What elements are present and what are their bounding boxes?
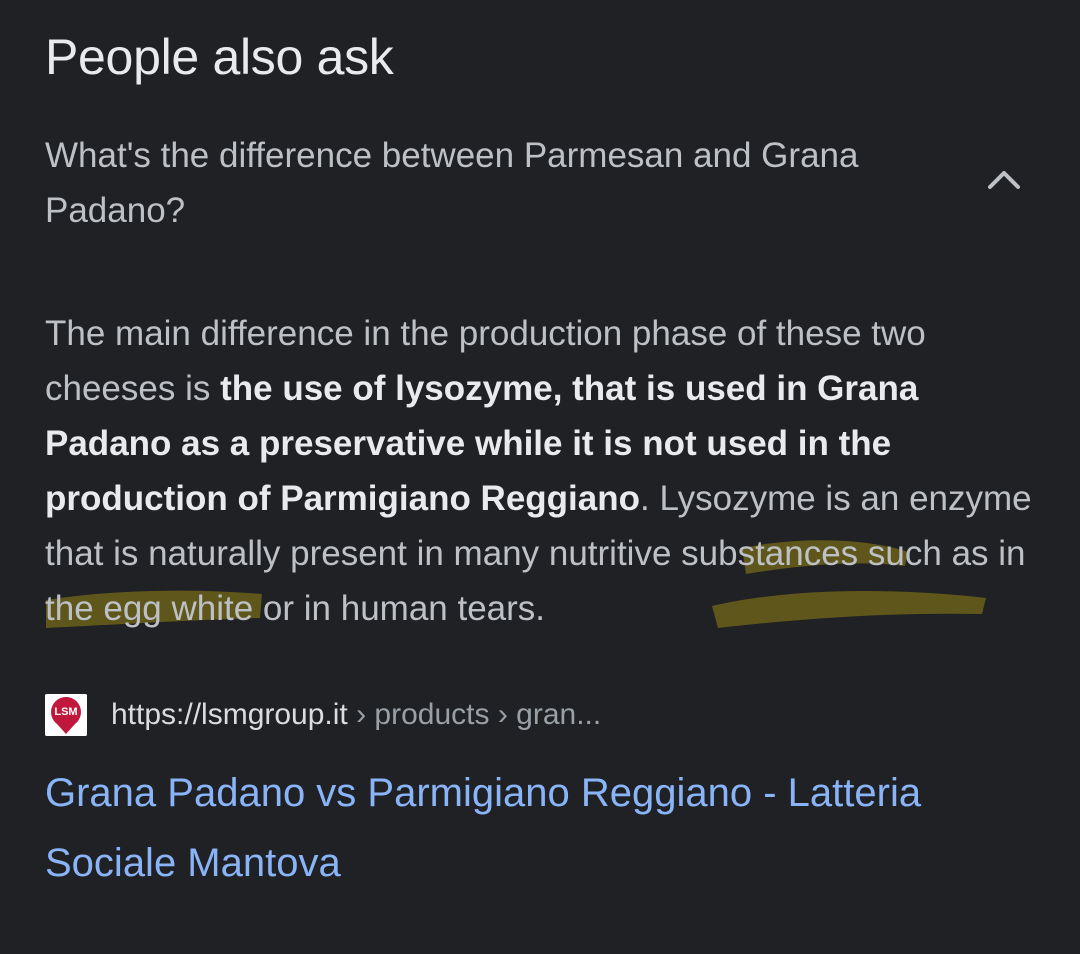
question-text: What's the difference between Parmesan a… (45, 136, 859, 230)
result-domain: https://lsmgroup.it (111, 698, 348, 731)
site-favicon: LSM (45, 694, 87, 736)
lsm-logo-icon: LSM (45, 694, 87, 736)
result-breadcrumbs: › products › gran... (347, 698, 602, 731)
question-toggle[interactable]: What's the difference between Parmesan a… (45, 128, 1035, 238)
result-url[interactable]: https://lsmgroup.it › products › gran... (111, 694, 601, 736)
answer-text: The main difference in the production ph… (45, 306, 1045, 636)
chevron-up-icon[interactable] (987, 168, 1021, 190)
answer-snippet: The main difference in the production ph… (45, 306, 1045, 636)
result-title-link[interactable]: Grana Padano vs Parmigiano Reggiano - La… (45, 758, 1035, 898)
favicon-label: LSM (54, 706, 77, 718)
people-also-ask-heading: People also ask (45, 29, 394, 85)
source-row[interactable]: LSM https://lsmgroup.it › products › gra… (45, 692, 1035, 738)
